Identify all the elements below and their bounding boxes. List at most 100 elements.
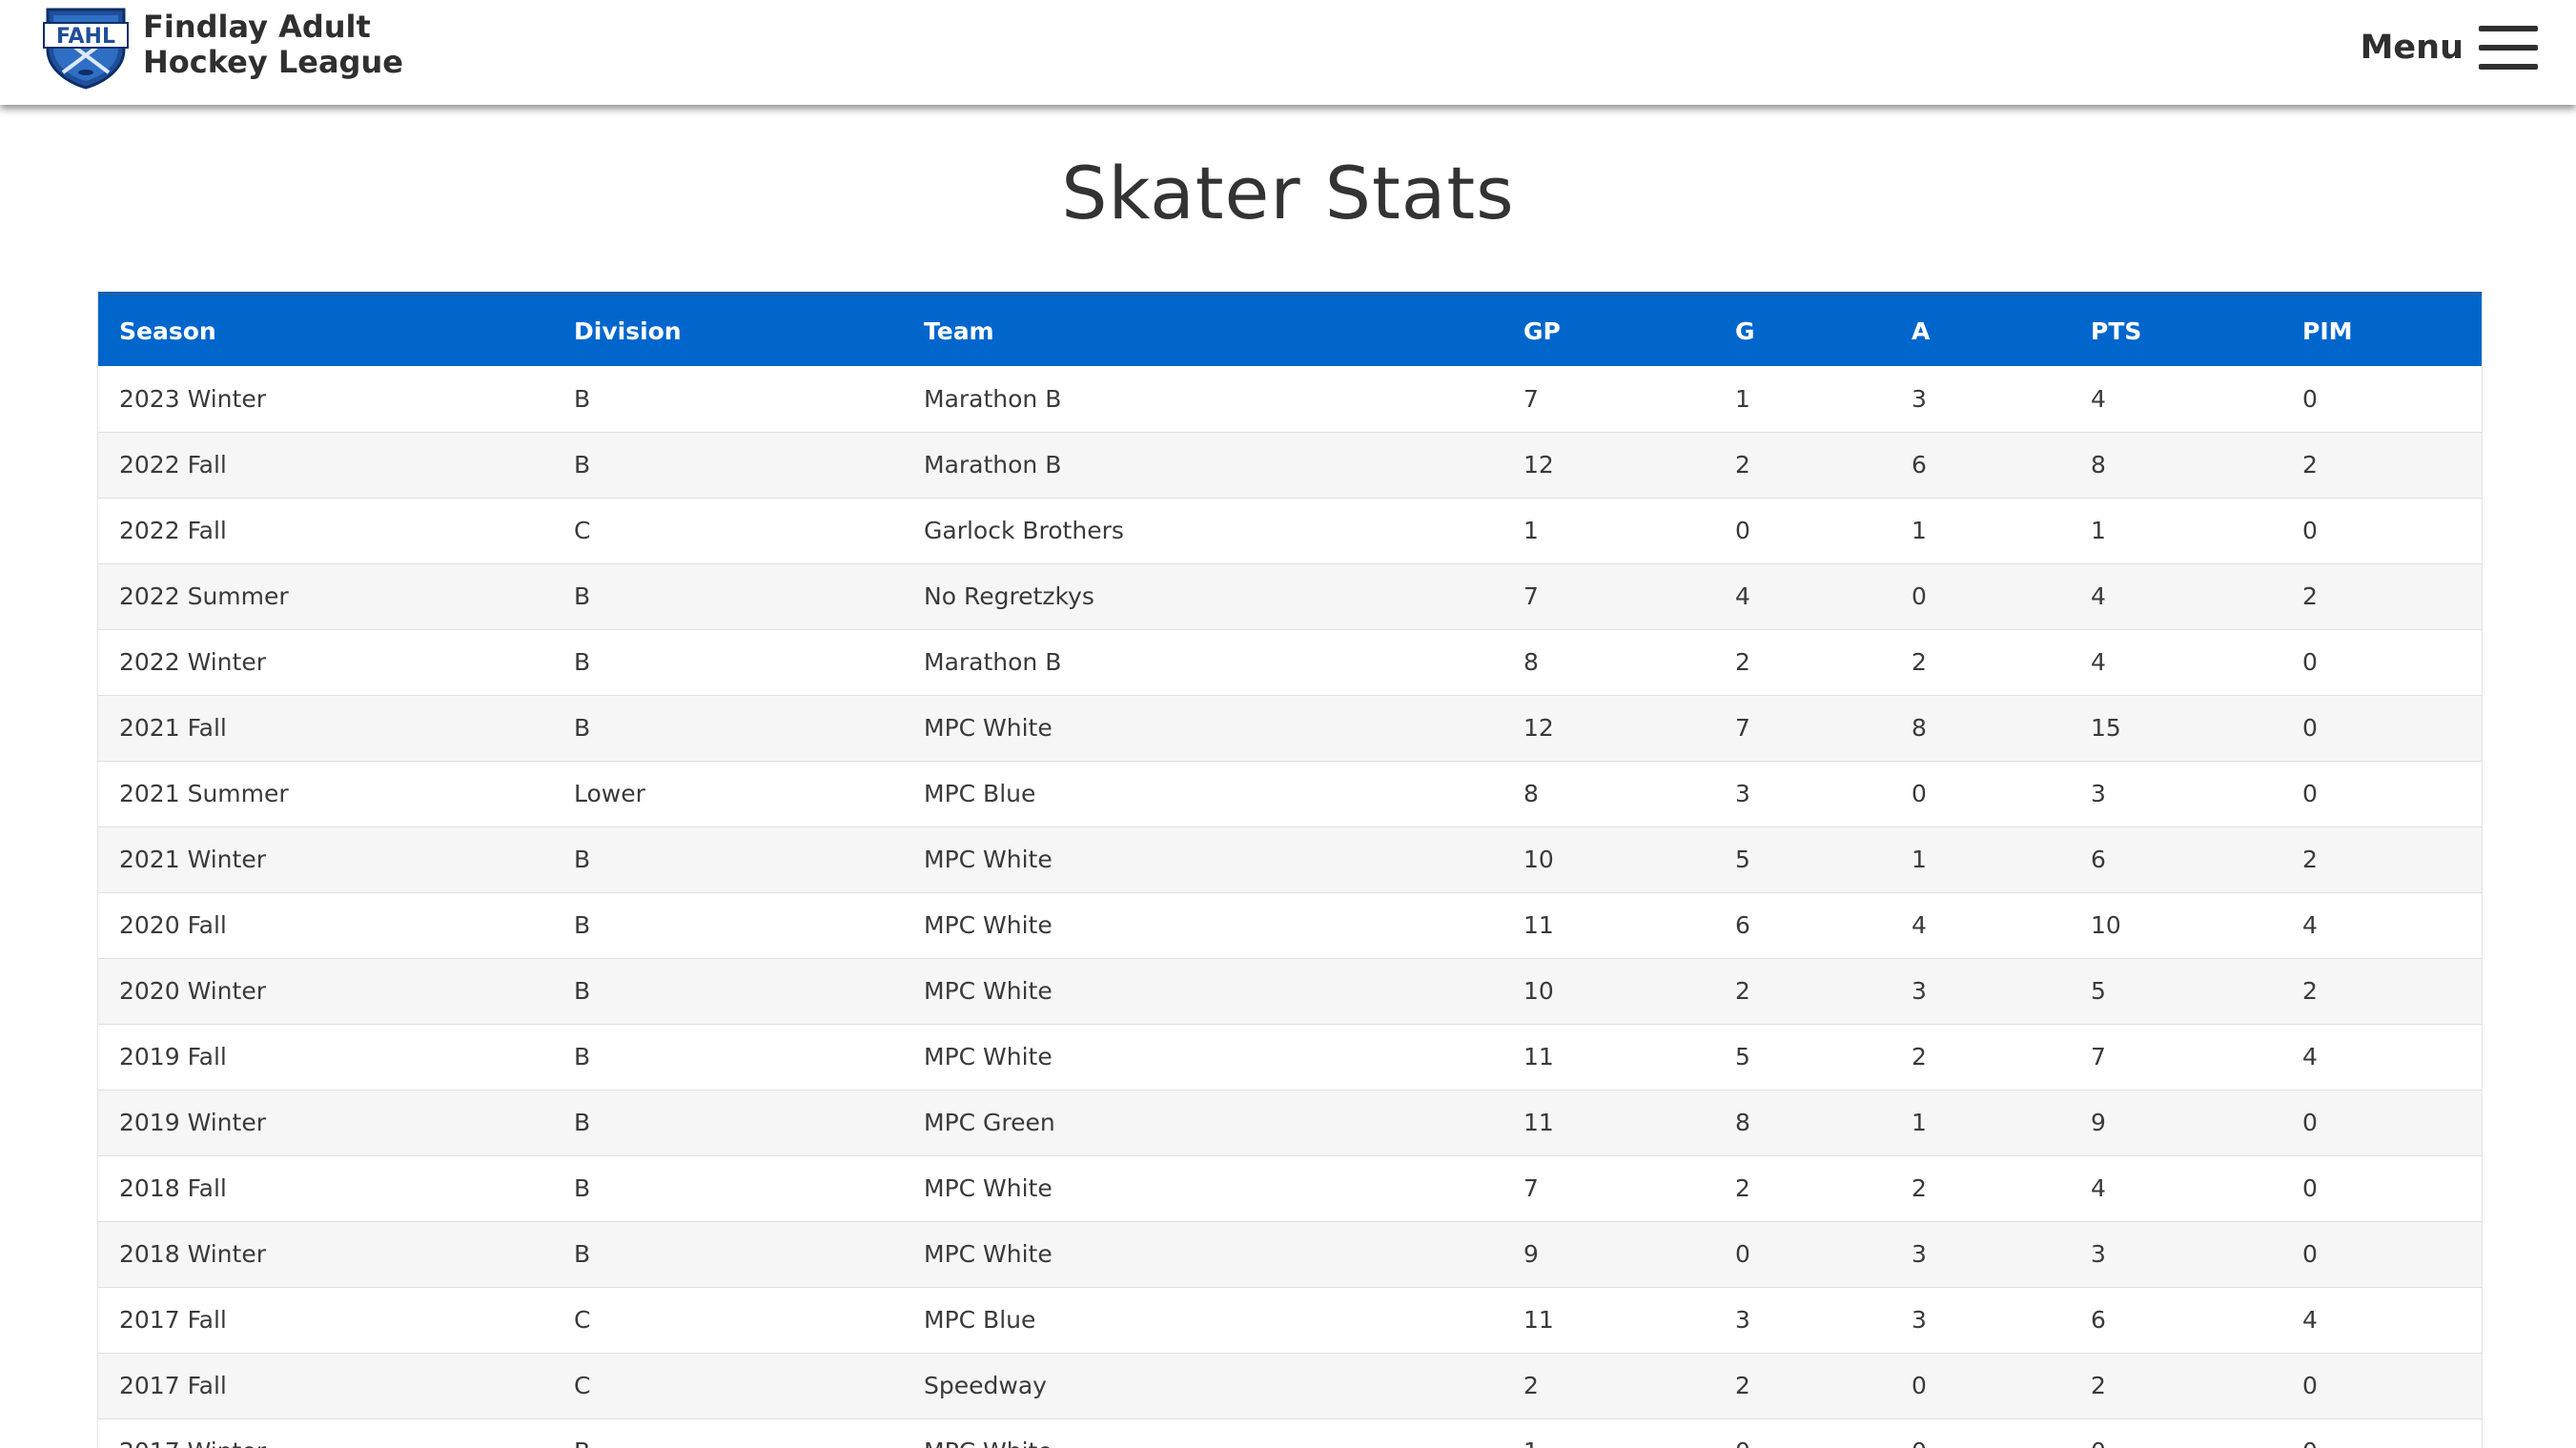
table-row: 2017 Fall C MPC Blue 11 3 3 6 4 (98, 1287, 2482, 1354)
table-cell-gp: 11 (1503, 1024, 1714, 1091)
table-cell-a: 2 (1891, 629, 2070, 696)
table-cell-season: 2017 Winter (98, 1418, 553, 1448)
table-cell-pts: 8 (2070, 432, 2281, 499)
table-row: 2019 Fall B MPC White 11 5 2 7 4 (98, 1024, 2482, 1091)
column-header-pts[interactable]: PTS (2070, 292, 2281, 366)
table-cell-season: 2020 Winter (98, 958, 553, 1025)
column-header-a[interactable]: A (1891, 292, 2070, 366)
table-cell-division: B (553, 1090, 903, 1156)
table-cell-team: Marathon B (903, 366, 1503, 433)
table-cell-season: 2021 Winter (98, 826, 553, 893)
table-cell-division: B (553, 629, 903, 696)
table-cell-pts: 6 (2070, 1287, 2281, 1354)
table-cell-a: 2 (1891, 1024, 2070, 1091)
column-header-season[interactable]: Season (98, 292, 553, 366)
table-cell-season: 2023 Winter (98, 366, 553, 433)
table-row: 2022 Fall C Garlock Brothers 1 0 1 1 0 (98, 498, 2482, 564)
table-row: 2022 Fall B Marathon B 12 2 6 8 2 (98, 432, 2482, 499)
table-cell-pts: 1 (2070, 498, 2281, 564)
column-header-gp[interactable]: GP (1503, 292, 1714, 366)
table-cell-g: 5 (1714, 826, 1891, 893)
table-cell-gp: 1 (1503, 1418, 1714, 1448)
skater-stats-table-container: Season Division Team GP G A PTS PIM 2023 Winter… (97, 292, 2483, 1448)
table-cell-division: B (553, 1418, 903, 1448)
table-cell-season: 2019 Winter (98, 1090, 553, 1156)
logo-text: FAHL (56, 25, 115, 49)
table-row: 2017 Fall C Speedway 2 2 0 2 0 (98, 1353, 2482, 1419)
table-cell-season: 2017 Fall (98, 1287, 553, 1354)
table-cell-pim: 0 (2281, 1418, 2482, 1448)
table-cell-pts: 6 (2070, 826, 2281, 893)
table-cell-pts: 4 (2070, 629, 2281, 696)
table-cell-division: B (553, 892, 903, 959)
table-cell-team: MPC White (903, 826, 1503, 893)
table-cell-pts: 7 (2070, 1024, 2281, 1091)
table-cell-team: Garlock Brothers (903, 498, 1503, 564)
table-cell-a: 0 (1891, 563, 2070, 630)
table-cell-team: MPC White (903, 958, 1503, 1025)
table-cell-team: MPC Green (903, 1090, 1503, 1156)
fahl-shield-logo[interactable]: FAHL (42, 6, 130, 90)
table-row: 2022 Summer B No Regretzkys 7 4 0 4 2 (98, 563, 2482, 630)
menu-button[interactable]: Menu (2361, 21, 2538, 74)
table-cell-division: B (553, 1221, 903, 1288)
table-cell-gp: 7 (1503, 563, 1714, 630)
table-cell-division: B (553, 695, 903, 762)
table-cell-gp: 12 (1503, 695, 1714, 762)
table-cell-team: MPC White (903, 1024, 1503, 1091)
column-header-pim[interactable]: PIM (2281, 292, 2482, 366)
table-cell-pts: 4 (2070, 563, 2281, 630)
table-cell-division: B (553, 563, 903, 630)
table-row: 2021 Fall B MPC White 12 7 8 15 0 (98, 695, 2482, 762)
table-cell-season: 2020 Fall (98, 892, 553, 959)
table-row: 2020 Fall B MPC White 11 6 4 10 4 (98, 892, 2482, 959)
table-row: 2018 Fall B MPC White 7 2 2 4 0 (98, 1155, 2482, 1222)
table-cell-pim: 2 (2281, 432, 2482, 499)
table-cell-gp: 7 (1503, 1155, 1714, 1222)
table-cell-pim: 4 (2281, 892, 2482, 959)
table-cell-team: MPC White (903, 1221, 1503, 1288)
table-cell-a: 4 (1891, 892, 2070, 959)
table-cell-pim: 0 (2281, 1090, 2482, 1156)
column-header-g[interactable]: G (1714, 292, 1891, 366)
table-cell-a: 1 (1891, 1090, 2070, 1156)
table-cell-season: 2021 Summer (98, 761, 553, 827)
table-cell-gp: 1 (1503, 498, 1714, 564)
table-body: 2023 Winter B Marathon B 7 1 3 4 0 2022 Fall B Mar… (98, 366, 2482, 1448)
table-row: 2023 Winter B Marathon B71340 (98, 366, 2482, 433)
table-cell-team: MPC White (903, 1155, 1503, 1222)
table-row: 2019 Winter B MPC Green 11 8 1 9 0 (98, 1090, 2482, 1156)
table-row: 2020 Winter B MPC White 10 2 3 5 2 (98, 958, 2482, 1025)
table-cell-g: 2 (1714, 1353, 1891, 1419)
table-cell-team: MPC White (903, 695, 1503, 762)
table-cell-season: 2018 Fall (98, 1155, 553, 1222)
table-cell-pts: 2 (2070, 1353, 2281, 1419)
hamburger-icon (2479, 26, 2538, 70)
table-cell-gp: 10 (1503, 958, 1714, 1025)
brand-name[interactable]: Findlay Adult Hockey League (143, 10, 403, 80)
table-cell-division: C (553, 1287, 903, 1354)
column-header-team[interactable]: Team (903, 292, 1503, 366)
brand-line-1: Findlay Adult (143, 9, 371, 45)
table-cell-a: 6 (1891, 432, 2070, 499)
column-header-division[interactable]: Division (553, 292, 903, 366)
table-cell-season: 2021 Fall (98, 695, 553, 762)
table-cell-team: MPC White (903, 1418, 1503, 1448)
table-cell-gp: 11 (1503, 1287, 1714, 1354)
table-cell-pim: 4 (2281, 1287, 2482, 1354)
table-cell-pim: 2 (2281, 958, 2482, 1025)
table-cell-team: Marathon B (903, 629, 1503, 696)
skater-stats-table: Season Division Team GP G A PTS PIM 2023 Winter… (98, 292, 2482, 1448)
table-cell-g: 0 (1714, 498, 1891, 564)
table-cell-g: 2 (1714, 432, 1891, 499)
table-cell-season: 2022 Winter (98, 629, 553, 696)
table-cell-pts: 3 (2070, 761, 2281, 827)
table-row: 2022 Winter B Marathon B82240 (98, 629, 2482, 696)
page-title: Skater Stats (1061, 151, 1515, 235)
table-cell-pim: 0 (2281, 629, 2482, 696)
table-cell-pts: 15 (2070, 695, 2281, 762)
table-cell-g: 7 (1714, 695, 1891, 762)
table-cell-g: 0 (1714, 1221, 1891, 1288)
table-cell-g: 4 (1714, 563, 1891, 630)
table-cell-g: 0 (1714, 1418, 1891, 1448)
